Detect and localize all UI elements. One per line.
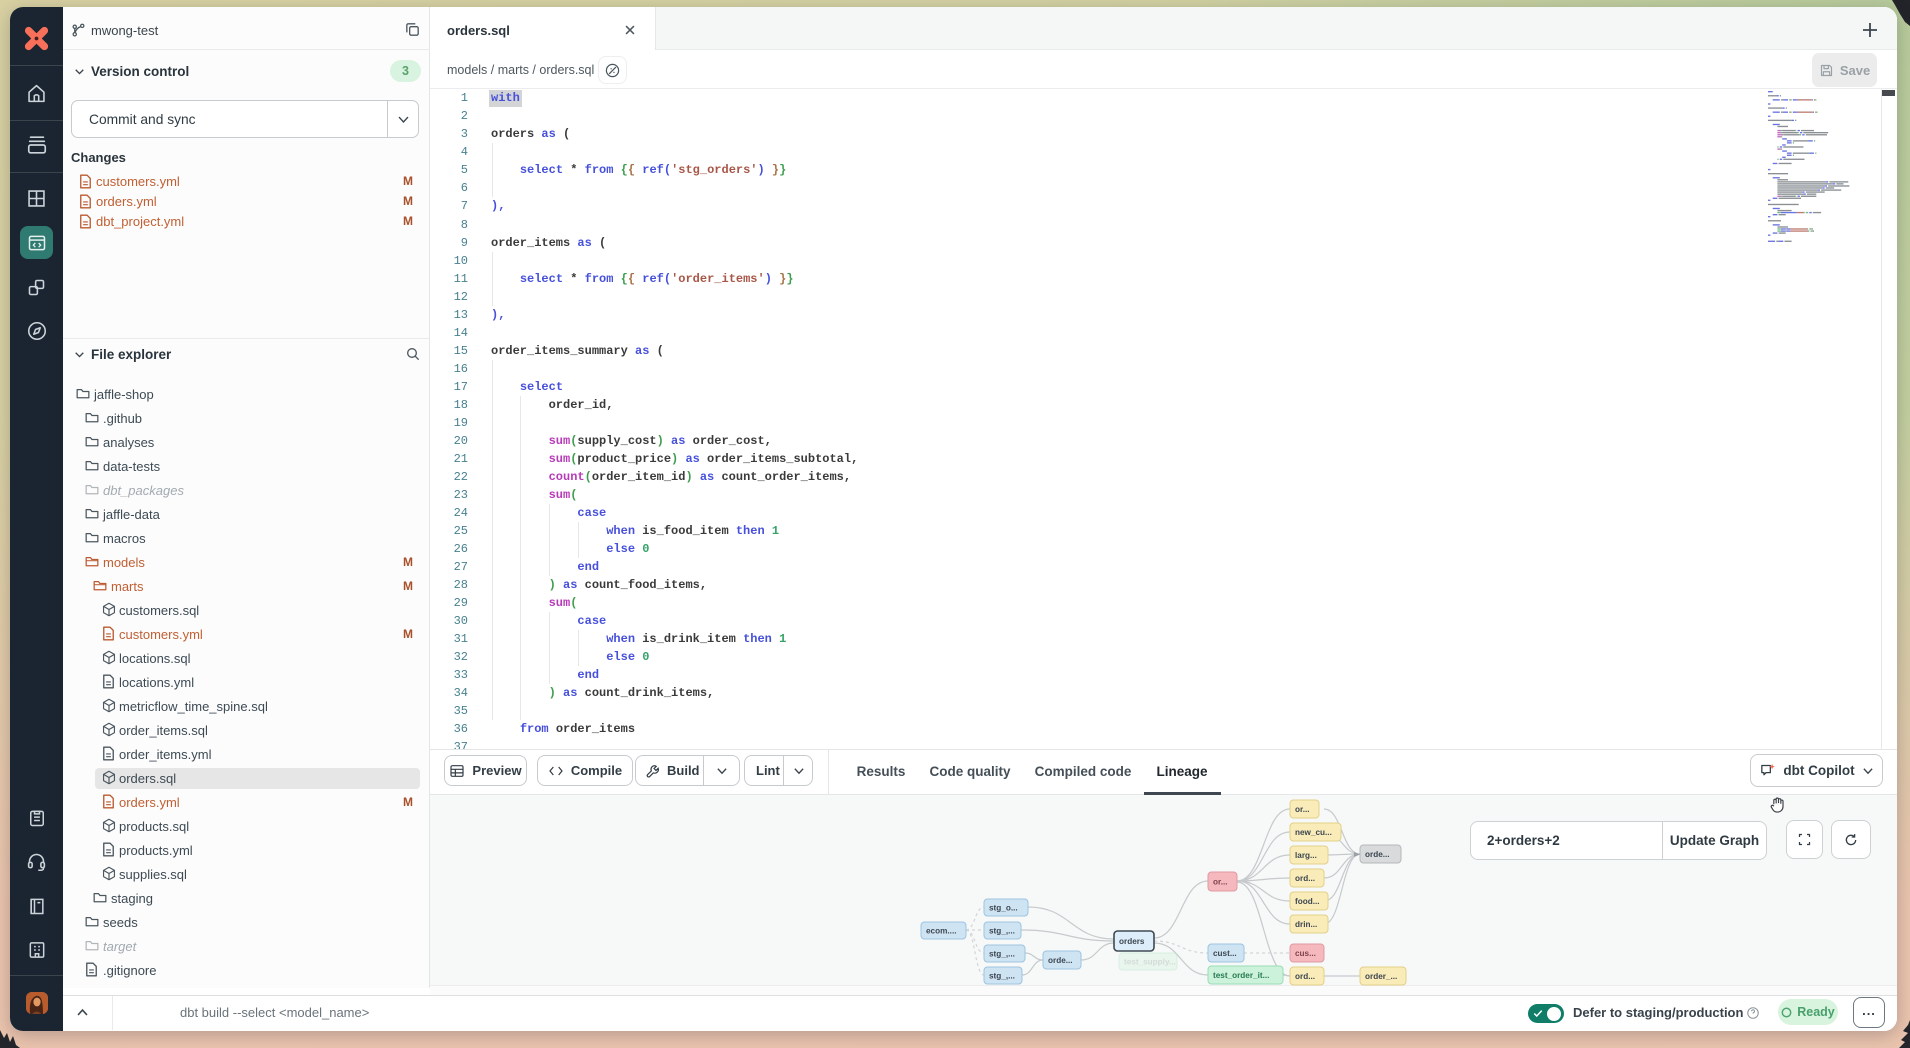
svg-text:test_supply...: test_supply... — [1124, 957, 1176, 966]
svg-text:ecom....: ecom.... — [926, 926, 957, 935]
svg-text:order_...: order_... — [1365, 972, 1397, 981]
svg-text:stg_o...: stg_o... — [989, 903, 1018, 912]
svg-text:stg_,...: stg_,... — [989, 926, 1015, 935]
svg-text:orde...: orde... — [1048, 956, 1073, 965]
svg-text:test_order_it...: test_order_it... — [1213, 971, 1269, 980]
svg-text:stg_,...: stg_,... — [989, 949, 1015, 958]
svg-text:ord...: ord... — [1295, 874, 1315, 883]
svg-text:or...: or... — [1213, 877, 1228, 886]
svg-text:new_cu...: new_cu... — [1295, 828, 1332, 837]
svg-text:stg_,...: stg_,... — [989, 971, 1015, 980]
svg-text:drin...: drin... — [1295, 920, 1317, 929]
svg-text:orde...: orde... — [1365, 850, 1390, 859]
svg-text:larg...: larg... — [1295, 851, 1317, 860]
svg-text:or...: or... — [1295, 805, 1310, 814]
svg-text:orders: orders — [1119, 937, 1145, 946]
svg-text:cust...: cust... — [1213, 949, 1237, 958]
svg-text:ord...: ord... — [1295, 972, 1315, 981]
svg-text:cus...: cus... — [1295, 949, 1316, 958]
svg-text:food...: food... — [1295, 897, 1320, 906]
